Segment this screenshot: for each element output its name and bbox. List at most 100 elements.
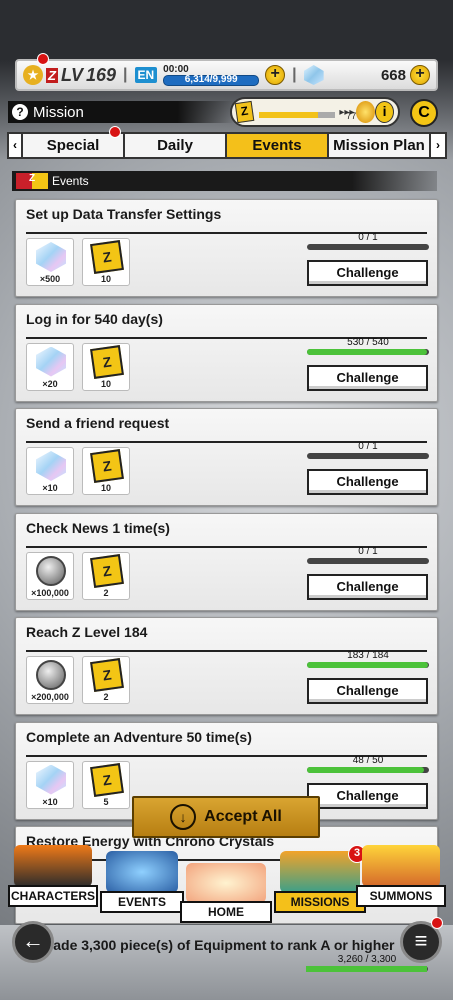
mission-title: Check News 1 time(s) — [26, 519, 170, 536]
accept-all-label: Accept All — [204, 808, 282, 825]
tab-prev-arrow-icon[interactable]: ‹ — [7, 132, 23, 159]
nav-summons[interactable]: SUMMONS — [356, 845, 446, 907]
add-crystals-button[interactable]: + — [410, 65, 430, 85]
reward-quantity: ×500 — [39, 274, 61, 284]
challenge-button[interactable]: Challenge — [307, 469, 428, 495]
z-icon: Z — [46, 67, 58, 83]
reward-item[interactable]: Z 10 — [82, 238, 130, 286]
page-title-bar: ? Mission — [8, 101, 234, 123]
chrono-crystal-icon — [36, 764, 66, 795]
nav-events[interactable]: EVENTS — [100, 851, 184, 913]
level-prefix: LV — [60, 64, 83, 85]
tab-label: Events — [252, 137, 302, 154]
energy-value: 6,314/9,999 — [184, 74, 238, 85]
reward-quantity: 10 — [100, 483, 111, 493]
nav-home[interactable]: HOME — [180, 863, 272, 923]
player-level[interactable]: ★ Z LV 169 — [23, 65, 116, 86]
mission-title: Log in for 540 day(s) — [26, 310, 163, 327]
back-button[interactable]: ← — [12, 921, 54, 963]
reward-quantity: ×10 — [42, 796, 58, 807]
challenge-button[interactable]: Challenge — [307, 364, 428, 391]
zeni-coin-icon — [36, 660, 66, 690]
challenge-button[interactable]: Challenge — [307, 260, 428, 286]
notification-dot — [37, 53, 49, 65]
reward-item[interactable]: ×200,000 — [26, 656, 74, 704]
add-energy-button[interactable]: + — [265, 65, 286, 85]
help-icon[interactable]: ? — [12, 104, 28, 120]
nav-label: EVENTS — [100, 891, 184, 913]
zeni-coin-icon — [36, 555, 66, 586]
reward-quantity: 10 — [100, 378, 111, 389]
progress-fill — [307, 348, 427, 355]
tab-mission-plan[interactable]: Mission Plan — [329, 132, 431, 159]
reward-item[interactable]: Z 2 — [82, 551, 130, 600]
chrono-crystal-icon — [36, 451, 66, 481]
z-power-value: 77 — [346, 111, 357, 121]
mission-title: Send a friend request — [26, 415, 170, 431]
tab-label: Mission Plan — [333, 137, 425, 154]
tab-next-arrow-icon[interactable]: › — [431, 132, 447, 159]
reward-quantity: ×10 — [42, 483, 58, 493]
reward-orb-icon — [356, 101, 376, 123]
z-power-icon: Z — [90, 762, 124, 797]
mission-progress-bar: 530 / 540 — [307, 337, 429, 355]
reward-item[interactable]: ×100,000 — [26, 551, 74, 600]
progress-text: 0 / 1 — [358, 441, 378, 452]
z-power-progress[interactable]: Z 77 ▸▸▸ i — [230, 97, 400, 127]
accept-all-button[interactable]: ↓ Accept All — [132, 796, 320, 838]
nav-label: MISSIONS — [274, 891, 366, 913]
tab-special[interactable]: Special — [23, 126, 125, 159]
progress-fill — [307, 766, 425, 773]
mission-card: Reach Z Level 184 ×200,000 Z 2 183 / 184… — [15, 617, 438, 715]
reward-item[interactable]: ×10 — [26, 447, 74, 495]
energy-label: EN — [134, 67, 158, 83]
trophy-icon: ★ — [23, 65, 43, 85]
mission-card: Check News 1 time(s) ×100,000 Z 2 0 / 1 … — [15, 512, 438, 611]
mission-card: Send a friend request ×10 Z 10 0 / 1 Cha… — [15, 408, 438, 506]
chrono-crystal-icon — [36, 346, 66, 377]
refresh-button[interactable]: C — [410, 99, 438, 127]
tab-daily[interactable]: Daily — [125, 132, 227, 159]
mission-card: Set up Data Transfer Settings ×500 Z 10 … — [15, 199, 438, 297]
reward-quantity: ×20 — [42, 378, 58, 389]
section-title: Events — [52, 174, 89, 188]
z-power-bar: 77 — [259, 111, 356, 121]
reward-item[interactable]: Z 2 — [82, 656, 130, 704]
download-icon: ↓ — [170, 804, 197, 830]
mission-progress-bar: 3,260 / 3,300 — [306, 954, 428, 972]
reward-item[interactable]: Z 5 — [82, 760, 130, 809]
mission-progress-bar: 48 / 50 — [307, 755, 429, 773]
chrono-crystal-icon — [303, 65, 324, 85]
mission-progress-bar: 0 / 1 — [307, 441, 429, 459]
tab-events[interactable]: Events — [227, 132, 329, 159]
reward-item[interactable]: ×10 — [26, 760, 74, 809]
z-power-icon: Z — [90, 344, 124, 379]
challenge-button[interactable]: Challenge — [307, 782, 428, 809]
mission-progress-bar: 0 / 1 — [307, 546, 429, 564]
progress-text: 0 / 1 — [358, 232, 378, 243]
reward-item[interactable]: ×500 — [26, 238, 74, 286]
divider: | — [123, 66, 128, 83]
events-art-icon — [106, 851, 178, 893]
progress-text: 530 / 540 — [347, 336, 389, 348]
nav-characters[interactable]: CHARACTERS — [8, 845, 98, 907]
chrono-crystal-icon — [36, 242, 66, 272]
reward-quantity: 2 — [103, 692, 109, 702]
nav-missions[interactable]: MISSIONS 3 — [274, 845, 366, 913]
progress-text: 183 / 184 — [347, 650, 389, 661]
reward-quantity: 5 — [103, 796, 109, 807]
progress-fill — [307, 662, 428, 668]
progress-fill — [306, 966, 427, 972]
reward-item[interactable]: Z 10 — [82, 447, 130, 495]
section-header: Z Events — [12, 171, 437, 191]
nav-label: CHARACTERS — [8, 885, 98, 907]
energy-bar: 6,314/9,999 — [163, 74, 260, 86]
reward-item[interactable]: ×20 — [26, 342, 74, 391]
challenge-button[interactable]: Challenge — [307, 678, 428, 704]
info-button[interactable]: i — [375, 101, 394, 123]
reward-item[interactable]: Z 10 — [82, 342, 130, 391]
challenge-button[interactable]: Challenge — [307, 573, 428, 600]
progress-text: 48 / 50 — [352, 754, 384, 766]
mission-title: Reach Z Level 184 — [26, 624, 148, 640]
reward-quantity: 2 — [103, 587, 109, 598]
